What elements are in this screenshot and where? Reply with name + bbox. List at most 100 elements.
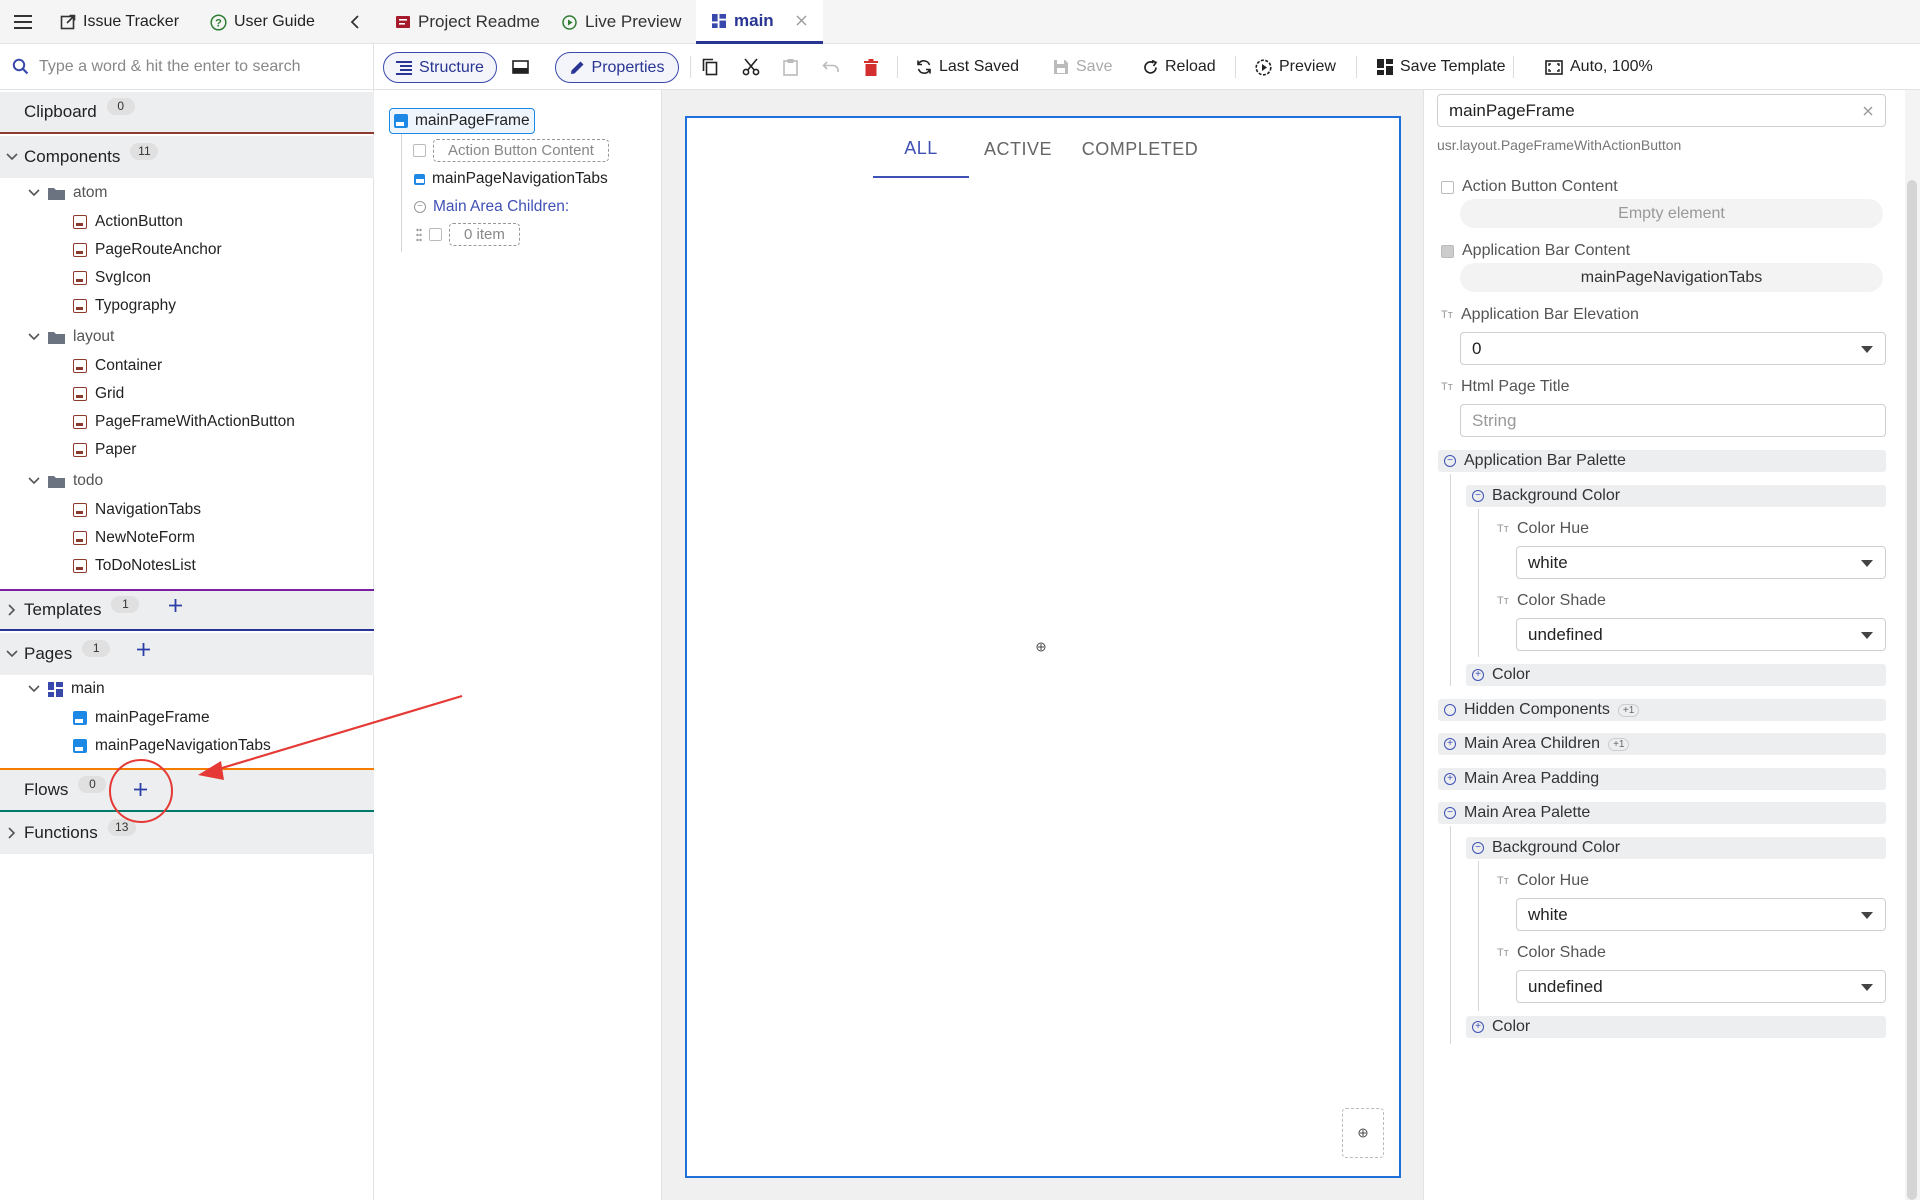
collapse-panel-button[interactable]: [350, 0, 360, 44]
action-button-content-value[interactable]: Empty element: [1460, 199, 1883, 228]
delete-button[interactable]: [864, 44, 878, 90]
caret-down-icon: [1861, 984, 1873, 991]
preview-button[interactable]: Preview: [1255, 44, 1336, 90]
nav-tab-completed[interactable]: COMPLETED: [1075, 120, 1205, 178]
add-flow-button[interactable]: [133, 782, 148, 797]
tab-label: main: [734, 10, 774, 30]
undo-button[interactable]: [822, 44, 840, 90]
structure-slot-main-area-items[interactable]: 0 item: [416, 223, 520, 246]
copy-button[interactable]: [702, 44, 718, 90]
component-label: Grid: [95, 385, 125, 402]
component-item[interactable]: NavigationTabs: [73, 496, 201, 524]
group-guide-line: [1450, 474, 1451, 686]
clear-icon[interactable]: [1863, 106, 1873, 116]
close-icon[interactable]: [796, 15, 807, 26]
component-item[interactable]: SvgIcon: [73, 264, 151, 292]
action-button-drop-target[interactable]: [1342, 1108, 1384, 1158]
tab-main[interactable]: main: [696, 0, 823, 44]
page-instance-item[interactable]: mainPageFrame: [73, 704, 210, 732]
templates-section-header[interactable]: Templates 1: [0, 589, 374, 631]
component-item[interactable]: PageRouteAnchor: [73, 236, 222, 264]
structure-node-navigation-tabs[interactable]: mainPageNavigationTabs: [414, 170, 608, 188]
app-bar-content-value[interactable]: mainPageNavigationTabs: [1460, 263, 1883, 292]
component-label: Container: [95, 357, 163, 374]
properties-scrollbar-thumb[interactable]: [1907, 180, 1917, 1200]
instance-name-value: mainPageFrame: [1449, 100, 1575, 120]
save-button[interactable]: Save: [1053, 44, 1112, 90]
app-bar-color-shade-label: Tт Color Shade: [1497, 592, 1606, 610]
select-value: white: [1528, 904, 1568, 924]
structure-group-main-area[interactable]: − Main Area Children:: [414, 198, 569, 216]
toolbar-divider: [690, 56, 691, 78]
component-label: PageFrameWithActionButton: [95, 413, 295, 430]
app-bar-palette-group[interactable]: − Application Bar Palette: [1438, 450, 1886, 472]
component-icon: [73, 503, 87, 517]
main-area-color-shade-select[interactable]: undefined: [1516, 970, 1886, 1003]
add-template-button[interactable]: [168, 598, 183, 613]
flows-section-header[interactable]: Flows 0: [0, 768, 374, 812]
main-area-palette-group[interactable]: − Main Area Palette: [1438, 802, 1886, 824]
expand-icon: +: [1444, 738, 1456, 750]
last-saved-button[interactable]: Last Saved: [916, 44, 1019, 90]
functions-section-header[interactable]: Functions 13: [0, 812, 374, 854]
cut-button[interactable]: [742, 44, 760, 90]
paste-button[interactable]: [783, 44, 798, 90]
nav-tab-all[interactable]: ALL: [873, 120, 969, 178]
chevron-down-icon: [6, 153, 18, 161]
search-input[interactable]: [39, 57, 359, 76]
structure-slot-action-button[interactable]: Action Button Content: [413, 139, 609, 162]
structure-node-root[interactable]: mainPageFrame: [389, 108, 535, 134]
component-item[interactable]: PageFrameWithActionButton: [73, 408, 295, 436]
app-bar-color-shade-select[interactable]: undefined: [1516, 618, 1886, 651]
folder-atom[interactable]: atom: [28, 179, 107, 207]
app-bar-elevation-select[interactable]: 0: [1460, 332, 1886, 365]
clipboard-section-header[interactable]: Clipboard 0: [0, 92, 374, 134]
components-label: Components: [24, 147, 121, 166]
dashboard-icon: [48, 681, 63, 697]
save-template-button[interactable]: Save Template: [1377, 44, 1506, 90]
main-area-color-hue-select[interactable]: white: [1516, 898, 1886, 931]
expand-icon: [1444, 704, 1456, 716]
component-item[interactable]: NewNoteForm: [73, 524, 195, 552]
main-area-background-color-group[interactable]: − Background Color: [1466, 837, 1886, 859]
component-item[interactable]: Container: [73, 352, 162, 380]
components-section-header[interactable]: Components 11: [0, 136, 374, 178]
main-area-color-group[interactable]: + Color: [1466, 1016, 1886, 1038]
component-item[interactable]: Grid: [73, 380, 124, 408]
app-bar-color-hue-select[interactable]: white: [1516, 546, 1886, 579]
functions-label: Functions: [24, 823, 98, 842]
page-instance-label: mainPageFrame: [95, 709, 210, 726]
tab-live-preview[interactable]: Live Preview: [554, 0, 689, 44]
menu-button[interactable]: [14, 0, 32, 44]
folder-todo[interactable]: todo: [28, 467, 103, 495]
component-item[interactable]: ActionButton: [73, 208, 183, 236]
hidden-components-group[interactable]: Hidden Components +1: [1438, 699, 1886, 721]
editor-toolbar: Structure Properties Last Saved Save Rel…: [374, 44, 1920, 90]
folder-layout[interactable]: layout: [28, 323, 114, 351]
svg-text:?: ?: [215, 17, 222, 29]
zoom-button[interactable]: Auto, 100%: [1545, 44, 1653, 90]
component-item[interactable]: ToDoNotesList: [73, 552, 196, 580]
user-guide-link[interactable]: ? User Guide: [210, 0, 315, 44]
drag-handle-icon[interactable]: [416, 228, 422, 242]
reload-button[interactable]: Reload: [1143, 44, 1216, 90]
properties-toggle-button[interactable]: Properties: [555, 52, 679, 83]
component-item[interactable]: Paper: [73, 436, 136, 464]
add-page-button[interactable]: [136, 642, 151, 657]
toggle-bottom-panel-button[interactable]: [512, 44, 529, 90]
app-bar-background-color-group[interactable]: − Background Color: [1466, 485, 1886, 507]
main-area-children-group[interactable]: + Main Area Children +1: [1438, 733, 1886, 755]
main-area-padding-group[interactable]: + Main Area Padding: [1438, 768, 1886, 790]
add-element-target[interactable]: [1036, 642, 1046, 652]
structure-toggle-button[interactable]: Structure: [383, 52, 497, 83]
tab-project-readme[interactable]: Project Readme: [388, 0, 548, 44]
pages-section-header[interactable]: Pages 1: [0, 633, 374, 675]
page-main[interactable]: main: [28, 675, 105, 703]
instance-name-field[interactable]: mainPageFrame: [1437, 94, 1886, 127]
issue-tracker-link[interactable]: Issue Tracker: [60, 0, 179, 44]
component-item[interactable]: Typography: [73, 292, 176, 320]
nav-tab-active[interactable]: ACTIVE: [973, 120, 1063, 178]
html-page-title-input[interactable]: String: [1460, 404, 1886, 437]
page-instance-item[interactable]: mainPageNavigationTabs: [73, 732, 271, 760]
app-bar-color-group[interactable]: + Color: [1466, 664, 1886, 686]
